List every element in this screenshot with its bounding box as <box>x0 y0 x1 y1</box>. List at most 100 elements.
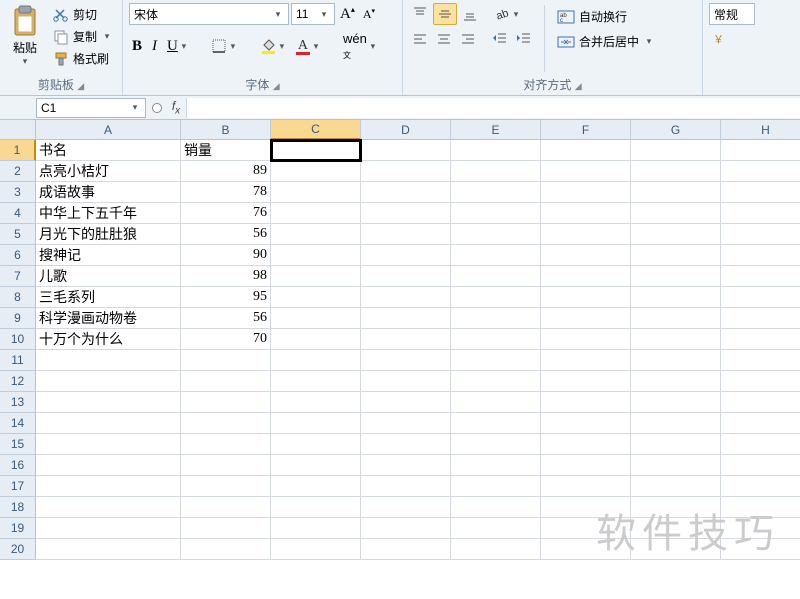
row-header-15[interactable]: 15 <box>0 434 36 455</box>
cells-area[interactable]: 书名销量点亮小桔灯89成语故事78中华上下五千年76月光下的肚肚狼56搜神记90… <box>36 140 800 560</box>
cell-C1[interactable] <box>271 140 361 161</box>
align-left-button[interactable] <box>409 29 431 49</box>
align-middle-button[interactable] <box>433 3 457 25</box>
cell-A1[interactable]: 书名 <box>36 140 181 161</box>
cell-E12[interactable] <box>451 371 541 392</box>
cell-F12[interactable] <box>541 371 631 392</box>
border-button[interactable]: ▾ <box>208 36 242 56</box>
cell-G14[interactable] <box>631 413 721 434</box>
cell-F7[interactable] <box>541 266 631 287</box>
row-header-16[interactable]: 16 <box>0 455 36 476</box>
cell-B7[interactable]: 98 <box>181 266 271 287</box>
column-header-G[interactable]: G <box>631 120 721 140</box>
decrease-indent-button[interactable] <box>489 29 511 49</box>
cell-G3[interactable] <box>631 182 721 203</box>
column-header-H[interactable]: H <box>721 120 800 140</box>
cell-G1[interactable] <box>631 140 721 161</box>
cell-A2[interactable]: 点亮小桔灯 <box>36 161 181 182</box>
cell-H13[interactable] <box>721 392 800 413</box>
column-header-F[interactable]: F <box>541 120 631 140</box>
cell-B18[interactable] <box>181 497 271 518</box>
formula-input[interactable] <box>186 98 800 118</box>
format-painter-button[interactable]: 格式刷 <box>50 49 116 68</box>
align-bottom-button[interactable] <box>459 4 481 24</box>
cell-H1[interactable] <box>721 140 800 161</box>
cell-F13[interactable] <box>541 392 631 413</box>
cell-E17[interactable] <box>451 476 541 497</box>
cell-H19[interactable] <box>721 518 800 539</box>
cell-B12[interactable] <box>181 371 271 392</box>
cell-D1[interactable] <box>361 140 451 161</box>
cell-F17[interactable] <box>541 476 631 497</box>
cell-A18[interactable] <box>36 497 181 518</box>
italic-button[interactable]: I <box>149 36 160 57</box>
row-header-19[interactable]: 19 <box>0 518 36 539</box>
cell-D13[interactable] <box>361 392 451 413</box>
phonetic-button[interactable]: wén文▾ <box>340 29 382 63</box>
row-header-20[interactable]: 20 <box>0 539 36 560</box>
cell-G10[interactable] <box>631 329 721 350</box>
cell-G9[interactable] <box>631 308 721 329</box>
cell-E14[interactable] <box>451 413 541 434</box>
cell-E11[interactable] <box>451 350 541 371</box>
cell-D11[interactable] <box>361 350 451 371</box>
cell-C18[interactable] <box>271 497 361 518</box>
column-header-C[interactable]: C <box>271 120 361 140</box>
cell-D14[interactable] <box>361 413 451 434</box>
cell-B20[interactable] <box>181 539 271 560</box>
cell-D8[interactable] <box>361 287 451 308</box>
cell-G12[interactable] <box>631 371 721 392</box>
row-header-13[interactable]: 13 <box>0 392 36 413</box>
row-header-11[interactable]: 11 <box>0 350 36 371</box>
cell-F5[interactable] <box>541 224 631 245</box>
cell-G2[interactable] <box>631 161 721 182</box>
column-header-D[interactable]: D <box>361 120 451 140</box>
fx-icon[interactable]: fx <box>166 99 186 116</box>
cell-F16[interactable] <box>541 455 631 476</box>
number-format-select[interactable]: 常规 <box>709 3 755 25</box>
cell-H6[interactable] <box>721 245 800 266</box>
increase-font-button[interactable]: A▴ <box>337 3 358 25</box>
row-header-6[interactable]: 6 <box>0 245 36 266</box>
cell-E3[interactable] <box>451 182 541 203</box>
cell-E15[interactable] <box>451 434 541 455</box>
row-header-12[interactable]: 12 <box>0 371 36 392</box>
cell-F4[interactable] <box>541 203 631 224</box>
cell-C12[interactable] <box>271 371 361 392</box>
cell-D7[interactable] <box>361 266 451 287</box>
cell-H18[interactable] <box>721 497 800 518</box>
cell-D12[interactable] <box>361 371 451 392</box>
cell-G8[interactable] <box>631 287 721 308</box>
bold-button[interactable]: B <box>129 36 145 57</box>
cell-E4[interactable] <box>451 203 541 224</box>
wrap-text-button[interactable]: abc 自动换行 <box>554 7 658 26</box>
cell-E19[interactable] <box>451 518 541 539</box>
cell-D16[interactable] <box>361 455 451 476</box>
cell-D19[interactable] <box>361 518 451 539</box>
cell-B4[interactable]: 76 <box>181 203 271 224</box>
cell-D5[interactable] <box>361 224 451 245</box>
cell-H5[interactable] <box>721 224 800 245</box>
increase-indent-button[interactable] <box>513 29 535 49</box>
cell-D6[interactable] <box>361 245 451 266</box>
cell-C14[interactable] <box>271 413 361 434</box>
row-header-9[interactable]: 9 <box>0 308 36 329</box>
cell-H7[interactable] <box>721 266 800 287</box>
cell-E16[interactable] <box>451 455 541 476</box>
cell-B13[interactable] <box>181 392 271 413</box>
cell-E2[interactable] <box>451 161 541 182</box>
cell-C10[interactable] <box>271 329 361 350</box>
cell-F20[interactable] <box>541 539 631 560</box>
cell-E8[interactable] <box>451 287 541 308</box>
cell-G6[interactable] <box>631 245 721 266</box>
cell-A19[interactable] <box>36 518 181 539</box>
cell-H16[interactable] <box>721 455 800 476</box>
cell-F9[interactable] <box>541 308 631 329</box>
cell-C16[interactable] <box>271 455 361 476</box>
cell-B11[interactable] <box>181 350 271 371</box>
row-header-18[interactable]: 18 <box>0 497 36 518</box>
row-header-5[interactable]: 5 <box>0 224 36 245</box>
cell-B17[interactable] <box>181 476 271 497</box>
cell-B3[interactable]: 78 <box>181 182 271 203</box>
cell-A13[interactable] <box>36 392 181 413</box>
